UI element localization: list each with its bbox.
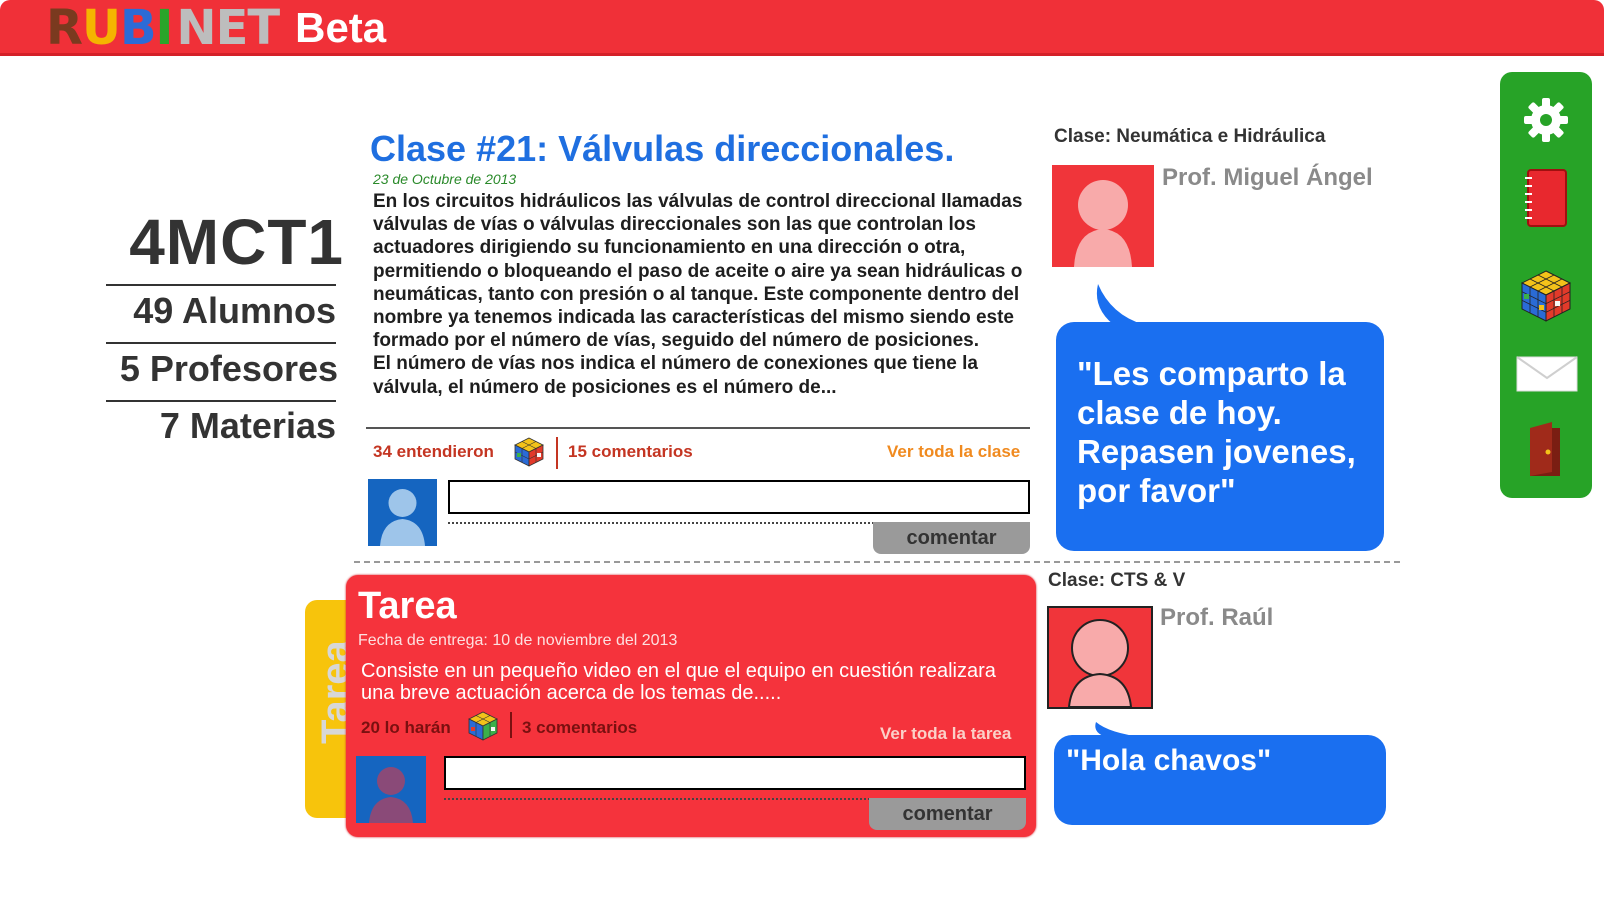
rubik-cube-icon[interactable] [1518, 268, 1574, 324]
logo-letter-r: R [46, 0, 83, 56]
stats-divider [106, 342, 336, 344]
teacher-name[interactable]: Prof. Miguel Ángel [1162, 164, 1373, 192]
user-silhouette-icon [380, 489, 425, 546]
beta-label: Beta [295, 4, 387, 51]
homework-comments-count[interactable]: 3 comentarios [522, 718, 637, 738]
gear-icon[interactable] [1522, 96, 1570, 144]
post-divider [366, 427, 1030, 429]
user-silhouette-icon [369, 767, 413, 823]
post-title[interactable]: Clase #21: Válvulas direccionales. [370, 128, 954, 170]
homework-title[interactable]: Tarea [358, 585, 457, 628]
notebook-icon[interactable] [1522, 168, 1570, 228]
comment-input[interactable] [448, 480, 1030, 514]
teacher-silhouette-icon [1067, 619, 1133, 707]
logo-net: NET [176, 0, 280, 56]
rubinet-logo[interactable]: R U B I NET Beta [46, 0, 386, 56]
homework-comment-button[interactable]: comentar [869, 798, 1026, 830]
user-avatar [356, 756, 426, 823]
homework-comment-input[interactable] [444, 756, 1026, 790]
class-label[interactable]: Clase: CTS & V [1048, 570, 1185, 592]
homework-body: Consiste en un pequeño video en el que e… [361, 660, 996, 704]
post-body-text: En los circuitos hidráulicos las válvula… [373, 191, 1023, 398]
subjects-count[interactable]: 7 Materias [96, 405, 336, 447]
will-do-count[interactable]: 20 lo harán [361, 718, 451, 738]
teacher-message-text: "Les comparto la clase de hoy. Repasen j… [1077, 355, 1356, 509]
teacher-silhouette-icon [1074, 180, 1132, 267]
understood-count[interactable]: 34 entendieron [373, 442, 494, 462]
teachers-count[interactable]: 5 Profesores [90, 348, 338, 390]
rubik-cube-icon[interactable] [513, 436, 545, 468]
teacher-message-bubble: "Hola chavos" [1054, 735, 1386, 825]
comment-button[interactable]: comentar [873, 522, 1030, 554]
teacher-avatar[interactable] [1047, 606, 1153, 709]
section-divider [354, 561, 1400, 563]
post-body: En los circuitos hidráulicos las válvula… [373, 190, 1043, 399]
students-count[interactable]: 49 Alumnos [96, 290, 336, 332]
envelope-icon[interactable] [1516, 356, 1578, 392]
door-icon[interactable] [1528, 422, 1564, 478]
class-label[interactable]: Clase: Neumática e Hidráulica [1054, 126, 1325, 148]
stats-divider [106, 284, 336, 286]
post-date: 23 de Octubre de 2013 [373, 171, 517, 187]
teacher-name[interactable]: Prof. Raúl [1160, 604, 1273, 632]
group-name: 4MCT1 [129, 206, 344, 278]
logo-letter-i: I [155, 0, 174, 56]
teacher-message-text: "Hola chavos" [1066, 744, 1272, 777]
logo-letter-u: U [81, 0, 121, 56]
teacher-message-bubble: "Les comparto la clase de hoy. Repasen j… [1056, 322, 1384, 551]
stats-separator [556, 437, 558, 469]
logo-letter-b: B [119, 0, 157, 56]
rubik-cube-icon[interactable] [467, 710, 499, 742]
homework-due-date: Fecha de entrega: 10 de noviembre del 20… [358, 632, 678, 649]
stats-separator [510, 712, 512, 738]
see-full-class-link[interactable]: Ver toda la clase [887, 442, 1020, 462]
teacher-avatar[interactable] [1052, 165, 1154, 267]
comments-count[interactable]: 15 comentarios [568, 442, 693, 462]
stats-divider [106, 400, 336, 402]
see-full-homework-link[interactable]: Ver toda la tarea [880, 724, 1011, 744]
user-avatar [368, 479, 437, 546]
